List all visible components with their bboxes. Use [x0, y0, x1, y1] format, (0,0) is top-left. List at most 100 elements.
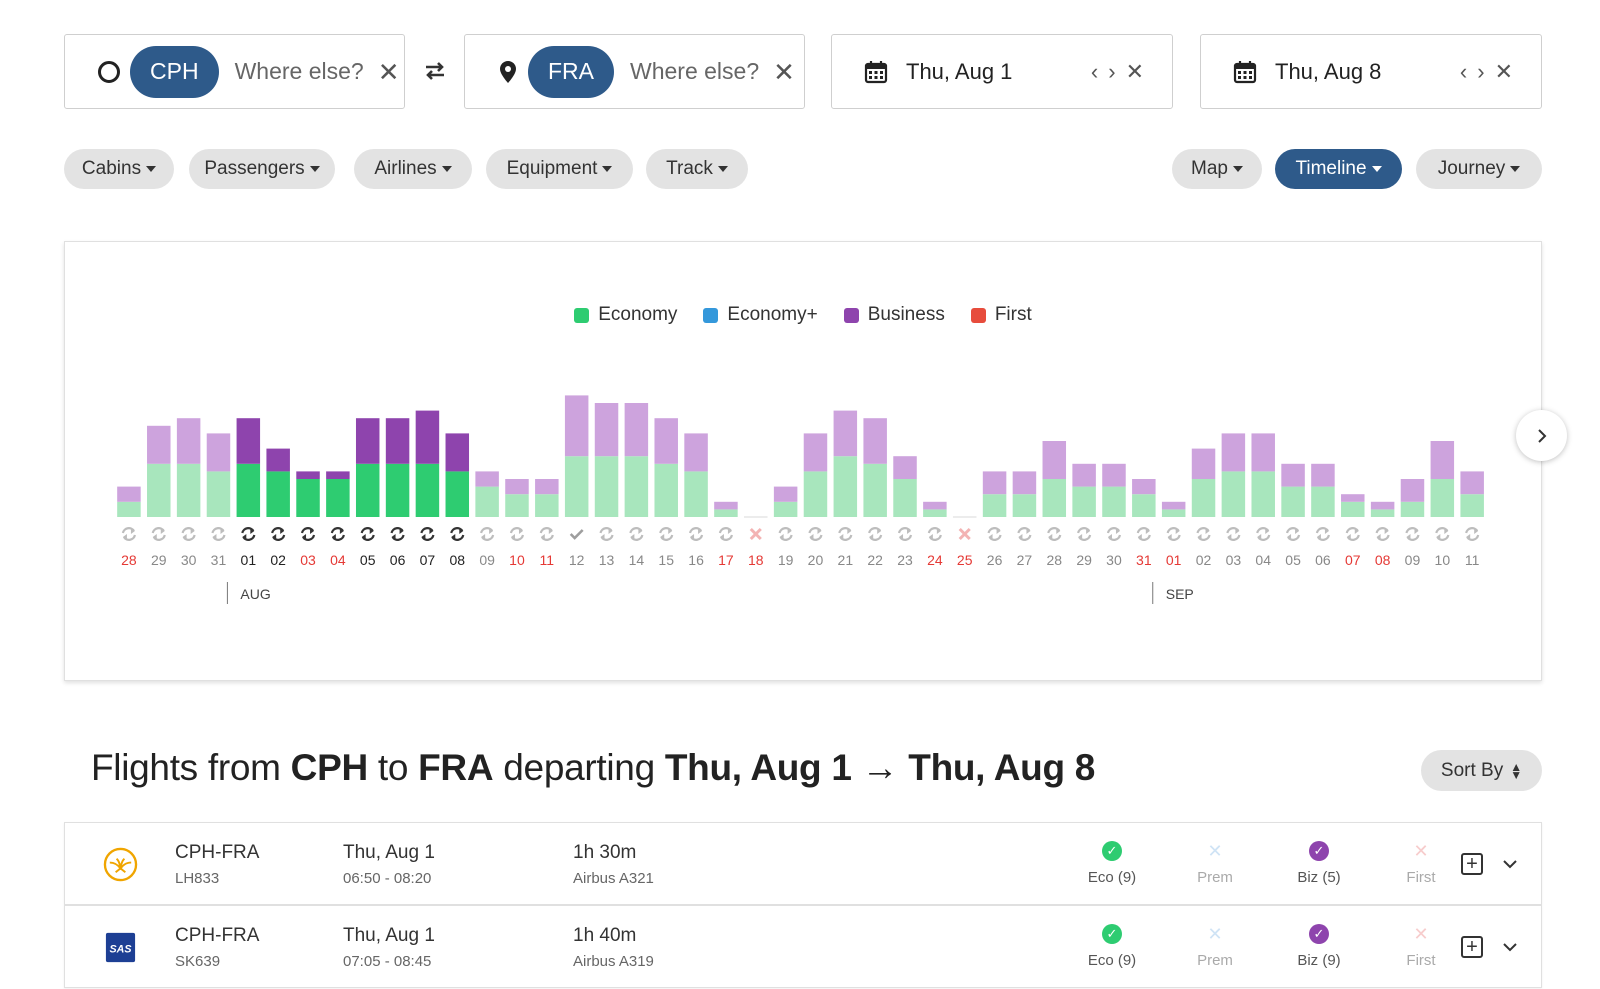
origin-airport-chip[interactable]: CPH — [130, 45, 219, 98]
check-circle-icon: ✓ — [1102, 924, 1122, 944]
day-tick-label: 31 — [1136, 552, 1152, 568]
aircraft-type: Airbus A319 — [573, 953, 654, 970]
results-title: Flights from CPH to FRA departing Thu, A… — [91, 747, 1096, 788]
bar-economy — [475, 486, 499, 517]
equipment-filter-button[interactable]: Equipment — [486, 149, 633, 189]
origin-field[interactable]: CPH Where else? ✕ — [64, 34, 405, 109]
chevron-right-icon — [1537, 428, 1546, 443]
clear-date-icon[interactable]: ✕ — [1126, 60, 1144, 83]
bar-business — [296, 471, 320, 479]
bar-economy — [147, 463, 171, 517]
origin-where-else-input[interactable]: Where else? — [235, 58, 364, 85]
previous-day-icon[interactable]: ‹ — [1460, 60, 1467, 83]
day-tick-label: 10 — [509, 552, 525, 568]
bar-business — [355, 418, 380, 464]
chevron-down-icon[interactable] — [1499, 936, 1521, 958]
day-tick-label: 22 — [867, 552, 883, 568]
day-tick-label: 02 — [1196, 552, 1212, 568]
refresh-icon — [390, 527, 405, 541]
bar-economy — [923, 509, 947, 517]
cabins-filter-button[interactable]: Cabins — [64, 149, 174, 189]
track-filter-button[interactable]: Track — [646, 149, 748, 189]
bar-business — [833, 410, 858, 457]
day-tick-label: 06 — [1315, 552, 1331, 568]
bar-economy — [355, 463, 380, 517]
next-day-icon[interactable]: › — [1108, 60, 1115, 83]
day-tick-label: 30 — [1106, 552, 1122, 568]
unavailable-x-icon — [749, 527, 762, 541]
bar-economy — [1161, 509, 1186, 517]
flight-row[interactable]: CPH-FRA LH833 Thu, Aug 1 06:50 - 08:20 1h … — [64, 822, 1542, 905]
bar-business — [1400, 479, 1425, 502]
day-tick-label: 03 — [1226, 552, 1242, 568]
day-tick-label: 17 — [718, 552, 734, 568]
refresh-icon — [688, 527, 704, 541]
bar-business — [326, 471, 350, 479]
cabin-economy[interactable]: ✓ Eco (9) — [1072, 924, 1152, 969]
bar-economy — [1191, 479, 1216, 517]
bar-business — [624, 403, 649, 457]
bar-economy — [1281, 486, 1305, 517]
journey-view-button[interactable]: Journey — [1416, 149, 1542, 189]
bar-economy — [564, 456, 589, 517]
airlines-filter-button[interactable]: Airlines — [354, 149, 472, 189]
caret-down-icon — [1371, 166, 1382, 172]
cabin-business[interactable]: ✓ Biz (9) — [1279, 924, 1359, 969]
departure-date-field[interactable]: Thu, Aug 1 ‹ › ✕ — [831, 34, 1173, 109]
bar-business — [1132, 479, 1156, 495]
bar-business — [1251, 433, 1275, 472]
sort-by-button[interactable]: Sort By ▲ ▼ — [1421, 750, 1542, 791]
flight-times: 06:50 - 08:20 — [343, 870, 432, 887]
refresh-icon — [868, 527, 883, 541]
day-tick-label: 29 — [1076, 552, 1092, 568]
cabin-first: ✕ First — [1406, 840, 1436, 887]
day-tick-label: 24 — [927, 552, 943, 568]
flight-number: LH833 — [175, 870, 220, 887]
chevron-down-icon[interactable] — [1499, 853, 1521, 875]
destination-clear-icon[interactable]: ✕ — [773, 59, 795, 85]
origin-clear-icon[interactable]: ✕ — [378, 59, 400, 85]
bar-economy — [206, 471, 231, 517]
flight-times: 07:05 - 08:45 — [343, 953, 432, 970]
refresh-icon — [181, 527, 196, 541]
cabin-business[interactable]: ✓ Biz (5) — [1279, 841, 1359, 886]
refresh-icon — [1136, 527, 1151, 541]
day-tick-label: 11 — [540, 552, 555, 568]
passengers-filter-button[interactable]: Passengers — [189, 149, 335, 189]
day-tick-label: 13 — [599, 552, 615, 568]
refresh-icon — [1315, 527, 1331, 541]
destination-field[interactable]: FRA Where else? ✕ — [464, 34, 805, 109]
destination-where-else-input[interactable]: Where else? — [630, 58, 759, 85]
bar-business — [863, 418, 887, 464]
flight-row[interactable]: SAS CPH-FRA SK639 Thu, Aug 1 07:05 - 08:45… — [64, 905, 1542, 988]
next-period-button[interactable] — [1516, 410, 1567, 461]
bar-economy — [1341, 501, 1365, 517]
swap-airports-icon[interactable] — [423, 58, 447, 84]
flight-date: Thu, Aug 1 — [343, 842, 435, 863]
refresh-icon — [778, 527, 793, 541]
bar-economy — [1251, 471, 1275, 517]
next-day-icon[interactable]: › — [1477, 60, 1484, 83]
sort-icon: ▲ ▼ — [1510, 759, 1523, 782]
clear-date-icon[interactable]: ✕ — [1495, 60, 1513, 83]
previous-day-icon[interactable]: ‹ — [1091, 60, 1098, 83]
timeline-view-button[interactable]: Timeline — [1275, 149, 1402, 189]
bar-business — [117, 486, 141, 502]
day-tick-label: 18 — [748, 552, 764, 568]
cabin-economy[interactable]: ✓ Eco (9) — [1072, 841, 1152, 886]
bar-business — [206, 433, 231, 472]
availability-timeline-chart: Economy Economy+ Business First 28 29 30 31… — [64, 241, 1542, 681]
map-view-button[interactable]: Map — [1172, 149, 1262, 189]
return-date-field[interactable]: Thu, Aug 8 ‹ › ✕ — [1200, 34, 1542, 109]
destination-airport-chip[interactable]: FRA — [528, 45, 614, 98]
day-tick-label: 01 — [1166, 552, 1182, 568]
refresh-icon — [539, 527, 554, 541]
add-to-journey-icon[interactable]: + — [1461, 936, 1483, 958]
check-circle-icon: ✓ — [1309, 841, 1329, 861]
svg-text:SAS: SAS — [110, 943, 133, 955]
add-to-journey-icon[interactable]: + — [1461, 853, 1483, 875]
day-tick-label: 05 — [1285, 552, 1301, 568]
bar-business — [982, 471, 1007, 495]
bar-economy — [1430, 479, 1455, 517]
bar-business — [1072, 463, 1096, 487]
